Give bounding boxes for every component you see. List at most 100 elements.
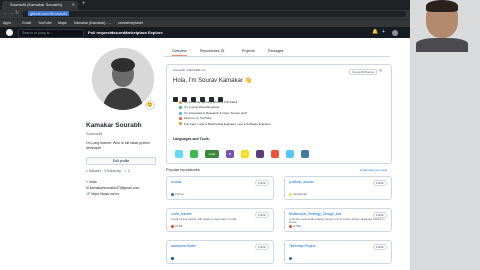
readme-bullet: Fun Fact: I was a Mechanical Engineer, n… bbox=[179, 122, 271, 127]
readme-path[interactable]: Sourav6t / README.md bbox=[173, 68, 205, 72]
status-emoji-icon[interactable]: 😊 bbox=[145, 100, 155, 110]
language-icon[interactable] bbox=[256, 149, 264, 158]
bullet-icon bbox=[179, 111, 182, 115]
url-input[interactable]: github.com/Sourav6t bbox=[22, 11, 406, 17]
language-color-icon bbox=[171, 224, 174, 228]
profile-name: Kamakar Sourabh bbox=[86, 122, 142, 129]
repo-language: HTML bbox=[289, 224, 301, 228]
github-logo-icon[interactable] bbox=[6, 29, 13, 36]
bell-icon[interactable]: 🔔 bbox=[372, 29, 378, 35]
nav-issues[interactable]: Issues bbox=[112, 30, 124, 35]
language-color-icon bbox=[289, 224, 292, 228]
forward-icon[interactable]: → bbox=[9, 10, 14, 16]
repo-name-link[interactable]: sourav bbox=[171, 180, 182, 184]
close-icon[interactable]: ✕ bbox=[72, 2, 75, 7]
profile-avatar[interactable] bbox=[92, 48, 154, 110]
languages-title: Languages and Tools: bbox=[173, 137, 210, 141]
nav-pull-requests[interactable]: Pull requests bbox=[88, 30, 113, 35]
tab-repositories[interactable]: Repositories 25 bbox=[200, 49, 224, 53]
repo-description: A simple multimodal strategy design tool… bbox=[289, 217, 385, 225]
repo-name-link[interactable]: portfolio_sourav bbox=[289, 180, 314, 184]
repo-count-badge: 25 bbox=[220, 49, 225, 53]
language-icon[interactable]: JS bbox=[241, 149, 249, 158]
repo-card: sourav Public Python bbox=[166, 176, 274, 200]
repo-card: portfolio_sourav Public JavaScript bbox=[284, 176, 392, 200]
location-row: ⌖ India bbox=[86, 180, 97, 184]
customize-pins-link[interactable]: Customize your pins bbox=[360, 168, 387, 172]
bookmark-apps[interactable]: Apps bbox=[3, 21, 11, 25]
plus-icon[interactable]: + bbox=[382, 29, 385, 35]
languages-icons: node B JS bbox=[175, 145, 316, 163]
bullet-icon bbox=[179, 116, 182, 120]
pencil-icon[interactable]: ✎ bbox=[379, 68, 382, 73]
repo-card: awesome-flutter Public bbox=[166, 240, 274, 264]
language-icon[interactable]: B bbox=[226, 149, 234, 158]
language-icon[interactable] bbox=[190, 149, 198, 158]
repo-name-link[interactable]: covid_tracker bbox=[171, 212, 192, 216]
followers-info[interactable]: 1 follower · 3 following · ☆ 2 bbox=[86, 169, 130, 173]
repo-language: JavaScript bbox=[289, 192, 307, 196]
repo-language bbox=[171, 256, 175, 260]
bullet-icon bbox=[179, 106, 182, 110]
search-input[interactable]: Search or jump to... bbox=[18, 29, 84, 38]
email-link[interactable]: kamakarsourabh47@gmail.com bbox=[90, 186, 139, 190]
browser-tab-title: Sourav6t (Kamakar Sourabh) bbox=[10, 2, 63, 7]
webcam-person-hair bbox=[426, 0, 458, 12]
readme-bullet-text: Fun Fact: I was a Mechanical Engineer, n… bbox=[184, 121, 271, 126]
language-color-icon bbox=[171, 192, 174, 196]
twitter-icon[interactable] bbox=[173, 97, 178, 102]
webcam-person-body bbox=[416, 38, 468, 52]
language-icon[interactable] bbox=[301, 149, 309, 158]
edit-profile-button[interactable]: Edit profile bbox=[86, 157, 156, 165]
nav-explore[interactable]: Explore bbox=[148, 30, 163, 35]
new-tab-icon[interactable]: + bbox=[82, 1, 86, 7]
nav-marketplace[interactable]: Marketplace bbox=[124, 30, 147, 35]
language-icon[interactable] bbox=[175, 149, 183, 158]
repo-language: Python bbox=[171, 192, 184, 196]
bookmarks-bar: Apps Gmail YouTube Maps Kamakar (Kamakar… bbox=[0, 19, 480, 27]
website-link[interactable]: https://kpsk.me/cv bbox=[91, 192, 119, 196]
profile-bio: I'm Long learner. Who is full stack pyth… bbox=[86, 141, 150, 150]
back-icon[interactable]: ← bbox=[3, 10, 8, 16]
webcam-overlay bbox=[410, 0, 480, 270]
browser-tab[interactable]: Sourav6t (Kamakar Sourabh) ✕ bbox=[2, 1, 78, 10]
repo-card: Tetromap Project Public bbox=[284, 240, 392, 264]
repo-name-link[interactable]: Multimodal_Strategy_Design_tool bbox=[289, 212, 341, 216]
bookmark-kamakar[interactable]: Kamakar (Kamakar) - ... bbox=[74, 21, 111, 25]
tab-overview[interactable]: Overview bbox=[172, 49, 187, 56]
reload-icon[interactable]: ↻ bbox=[15, 10, 19, 16]
readme-repo-tag[interactable]: Sourav6t/Sourav bbox=[349, 69, 378, 75]
popular-repos-title: Popular repositories bbox=[166, 168, 200, 172]
website-row[interactable]: 🔗 https://kpsk.me/cv bbox=[86, 192, 119, 196]
language-color-icon bbox=[289, 192, 292, 196]
repo-name-link[interactable]: Tetromap Project bbox=[289, 244, 315, 248]
language-icon[interactable]: node bbox=[205, 149, 219, 158]
bookmark-canva[interactable]: canvafreeplanet bbox=[118, 21, 143, 25]
profile-tabs: Overview Repositories 25 Projects Packag… bbox=[164, 48, 390, 57]
url-text: github.com/Sourav6t bbox=[28, 11, 69, 16]
email-row[interactable]: ✉ kamakarsourabh47@gmail.com bbox=[86, 186, 139, 190]
readme-bullet-text: I'm currently learning Web3 & Full Stack bbox=[184, 100, 238, 104]
readme-card: Sourav6t / README.md Sourav6t/Sourav ✎ H… bbox=[166, 64, 392, 164]
repo-card: Multimodal_Strategy_Design_tool Public A s… bbox=[284, 208, 392, 232]
language-icon[interactable] bbox=[271, 149, 279, 158]
tab-packages[interactable]: Packages bbox=[268, 49, 283, 53]
repo-name-link[interactable]: awesome-flutter bbox=[171, 244, 196, 248]
avatar[interactable] bbox=[392, 30, 398, 36]
readme-bullet-text: I'm interested in Research & Open Source… bbox=[184, 110, 247, 115]
readme-greeting: Hola, I'm Sourav Kamakar 👋 bbox=[173, 78, 252, 84]
location-text: India bbox=[88, 180, 97, 184]
bookmark-youtube[interactable]: YouTube bbox=[38, 21, 52, 25]
tab-projects[interactable]: Projects bbox=[242, 49, 255, 53]
browser-tab-strip: Sourav6t (Kamakar Sourabh) ✕ + bbox=[0, 0, 480, 10]
readme-bullet-text: I'm a good Cloud Engineer bbox=[184, 105, 220, 110]
visibility-badge: Public bbox=[254, 244, 269, 250]
visibility-badge: Public bbox=[254, 180, 269, 186]
language-icon[interactable] bbox=[286, 149, 294, 158]
bookmark-gmail[interactable]: Gmail bbox=[22, 21, 31, 25]
visibility-badge: Public bbox=[372, 244, 387, 250]
repo-language bbox=[289, 256, 293, 260]
bookmark-maps[interactable]: Maps bbox=[58, 21, 67, 25]
repo-description: Covid-19 live tracker with detail of eac… bbox=[171, 217, 237, 221]
search-placeholder: Search or jump to... bbox=[22, 31, 53, 35]
